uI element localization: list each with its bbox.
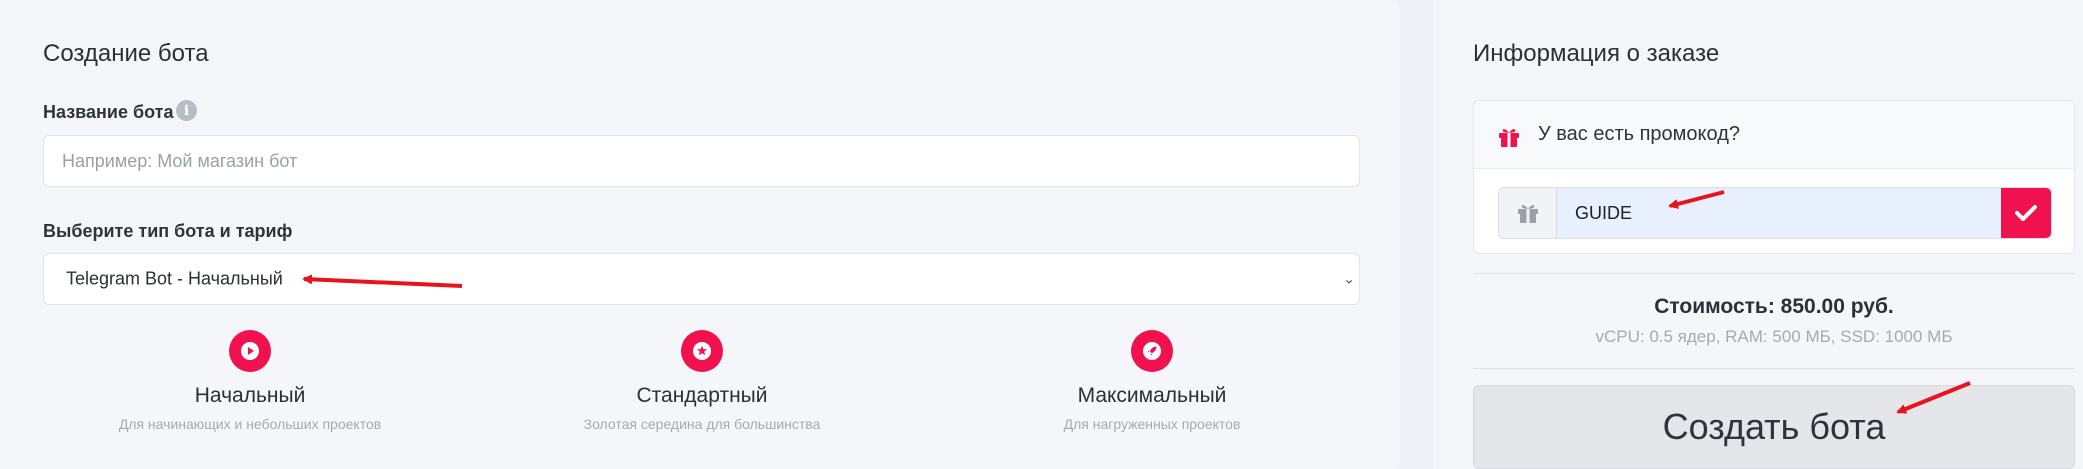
promo-question: У вас есть промокод? bbox=[1538, 123, 1741, 145]
promo-code-value: GUIDE bbox=[1575, 202, 1633, 223]
create-bot-button-label: Создать бота bbox=[1662, 406, 1886, 447]
bot-name-placeholder: Например: Мой магазин бот bbox=[62, 150, 298, 171]
promo-toggle[interactable]: У вас есть промокод? bbox=[1474, 101, 2074, 169]
rocket-icon bbox=[1131, 330, 1173, 372]
order-info-title: Информация о заказе bbox=[1473, 40, 1720, 67]
tier-desc: Золотая середина для большинства bbox=[583, 416, 821, 432]
promo-apply-button[interactable] bbox=[2001, 188, 2051, 238]
create-bot-button[interactable]: Создать бота bbox=[1473, 385, 2075, 469]
order-specs: vCPU: 0.5 ядер, RAM: 500 МБ, SSD: 1000 М… bbox=[1595, 327, 1953, 346]
bot-name-label: Название бота bbox=[43, 102, 174, 122]
tier-name: Начальный bbox=[194, 384, 306, 407]
promo-input-group: GUIDE bbox=[1498, 187, 2052, 239]
order-cost: Стоимость: 850.00 руб. bbox=[1654, 295, 1894, 318]
tier-name: Стандартный bbox=[636, 384, 768, 407]
star-icon bbox=[681, 330, 723, 372]
check-icon bbox=[2015, 205, 2037, 221]
bot-type-select[interactable]: Telegram Bot - Начальный ⌄ bbox=[43, 253, 1360, 305]
divider bbox=[1473, 273, 2075, 274]
tier-desc: Для начинающих и небольших проектов bbox=[118, 416, 382, 432]
chevron-down-icon: ⌄ bbox=[1343, 270, 1355, 287]
tier-desc: Для нагруженных проектов bbox=[1063, 416, 1241, 432]
bot-type-label: Выберите тип бота и тариф bbox=[43, 221, 293, 241]
play-icon bbox=[229, 330, 271, 372]
divider bbox=[1473, 368, 2075, 369]
tier-name: Максимальный bbox=[1077, 384, 1227, 407]
tier-starter[interactable]: Начальный Для начинающих и небольших про… bbox=[50, 330, 450, 432]
bot-name-input[interactable]: Например: Мой магазин бот bbox=[43, 135, 1360, 187]
gift-icon bbox=[1499, 188, 1557, 238]
tier-standard[interactable]: Стандартный Золотая середина для большин… bbox=[502, 330, 902, 432]
promo-code-input[interactable]: GUIDE bbox=[1557, 188, 2003, 238]
gift-icon bbox=[1499, 129, 1519, 147]
bot-type-selected-value: Telegram Bot - Начальный bbox=[66, 268, 283, 289]
info-icon[interactable]: i bbox=[176, 100, 197, 121]
tier-maximum[interactable]: Максимальный Для нагруженных проектов bbox=[952, 330, 1352, 432]
promo-card: У вас есть промокод? GUIDE bbox=[1473, 100, 2075, 254]
bot-creation-title: Создание бота bbox=[43, 40, 209, 67]
